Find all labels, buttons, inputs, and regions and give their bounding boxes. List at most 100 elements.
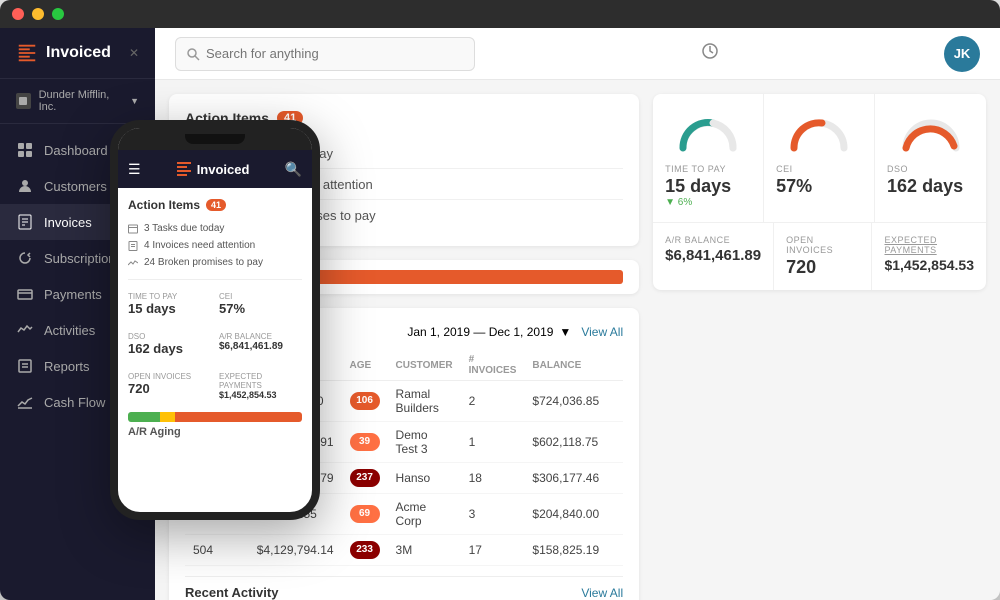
metric-dso: DSO 162 days: [875, 94, 986, 222]
dso-label: DSO: [887, 164, 974, 174]
maximize-button[interactable]: [52, 8, 64, 20]
cell-customer: Acme Corp: [388, 494, 461, 535]
phone-action-title: Action Items 41: [128, 198, 302, 212]
cashflow-label: Cash Flow: [44, 395, 105, 410]
phone-open-inv-label: OPEN INVOICES: [128, 372, 211, 381]
cei-gauge: [784, 108, 854, 153]
debtors-view-all[interactable]: View All: [581, 325, 623, 339]
open-invoices-value: 720: [786, 257, 859, 278]
phone-ar-aging-label: A/R Aging: [128, 426, 302, 438]
ar-balance-label: A/R BALANCE: [665, 235, 761, 245]
cashflow-icon: [16, 393, 34, 411]
phone-ttp-value: 15 days: [128, 301, 211, 316]
cell-balance: $158,825.19: [524, 535, 607, 566]
cell-balance: $306,177.46: [524, 463, 607, 494]
phone-action-badge: 41: [206, 199, 226, 211]
phone-menu-icon[interactable]: ☰: [128, 161, 141, 178]
ar-balance-value: $6,841,461.89: [665, 247, 761, 264]
phone-divider-1: [128, 279, 302, 280]
reports-icon: [16, 357, 34, 375]
cell-age: 69: [342, 494, 388, 535]
reports-label: Reports: [44, 359, 90, 374]
phone-content: Action Items 41 3 Tasks due today 4 Invo…: [118, 188, 312, 512]
sidebar-brand: Invoiced: [46, 44, 111, 62]
phone-open-inv: OPEN INVOICES 720: [128, 368, 211, 404]
dashboard-label: Dashboard: [44, 143, 108, 158]
phone-calendar-icon: [128, 224, 138, 234]
invoices-label: Invoices: [44, 215, 92, 230]
payments-icon: [16, 285, 34, 303]
invoices-icon: [16, 213, 34, 231]
customers-label: Customers: [44, 179, 107, 194]
phone-promise-icon: [128, 258, 138, 268]
mobile-phone: ☰ Invoiced 🔍 Action Items 41 3 Tasks due…: [110, 120, 320, 520]
right-column: TIME TO PAY 15 days ▼ 6%: [653, 94, 986, 600]
phone-bar-red: [175, 412, 302, 422]
payments-label: Payments: [44, 287, 102, 302]
cell-customer: Hanso: [388, 463, 461, 494]
phone-cei-value: 57%: [219, 301, 302, 316]
invoiced-logo-icon: [16, 42, 38, 64]
table-row[interactable]: 504 $4,129,794.14 233 3M 17 $158,825.19: [185, 535, 623, 566]
minimize-button[interactable]: [32, 8, 44, 20]
ttp-sub: ▼ 6%: [665, 197, 751, 208]
search-icon: [186, 47, 200, 61]
progress-segment-red: [304, 270, 623, 284]
cell-customer: Ramal Builders: [388, 381, 461, 422]
search-box[interactable]: [175, 37, 475, 71]
cell-age: 237: [342, 463, 388, 494]
phone-brand-name: Invoiced: [197, 162, 250, 177]
cell-bar: [607, 494, 623, 535]
ttp-value: 15 days: [665, 176, 751, 197]
cell-balance: $602,118.75: [524, 422, 607, 463]
cell-age: 39: [342, 422, 388, 463]
cell-age: 106: [342, 381, 388, 422]
sidebar-header: Invoiced ✕: [0, 28, 155, 79]
activities-label: Activities: [44, 323, 95, 338]
phone-bar-yellow: [160, 412, 176, 422]
bottom-stats-row: A/R BALANCE $6,841,461.89 OPEN INVOICES …: [653, 223, 986, 290]
company-selector[interactable]: Dunder Mifflin, Inc. ▼: [0, 79, 155, 124]
user-avatar[interactable]: JK: [944, 36, 980, 72]
phone-search-icon[interactable]: 🔍: [285, 161, 302, 178]
metric-time-to-pay: TIME TO PAY 15 days ▼ 6%: [653, 94, 764, 222]
phone-cei-label: CEI: [219, 292, 302, 301]
phone-ar: A/R BALANCE $6,841,461.89: [219, 328, 302, 360]
cell-customer: 3M: [388, 535, 461, 566]
metric-open-invoices: OPEN INVOICES 720: [774, 223, 872, 290]
open-invoices-label: OPEN INVOICES: [786, 235, 859, 255]
phone-invoice-icon: [128, 241, 138, 251]
cell-num-invoices: 2: [461, 381, 525, 422]
cell-bar: [607, 535, 623, 566]
date-range-selector[interactable]: Jan 1, 2019 — Dec 1, 2019 ▼: [407, 325, 571, 339]
phone-top-bar: [118, 128, 312, 150]
search-input[interactable]: [206, 46, 464, 61]
activities-icon: [16, 321, 34, 339]
pin-icon[interactable]: ✕: [129, 46, 139, 60]
phone-ar-value: $6,841,461.89: [219, 341, 302, 352]
recent-activity-section: Recent Activity View All Invoice INV-015…: [185, 576, 623, 600]
title-bar: [0, 0, 1000, 28]
phone-stats-grid-3: OPEN INVOICES 720 EXPECTED PAYMENTS $1,4…: [128, 368, 302, 404]
close-button[interactable]: [12, 8, 24, 20]
phone-logo: Invoiced: [176, 161, 250, 177]
phone-exp-pay-value: $1,452,854.53: [219, 390, 302, 400]
gauges-row: TIME TO PAY 15 days ▼ 6%: [653, 94, 986, 223]
phone-exp-pay-label: EXPECTED PAYMENTS: [219, 372, 302, 390]
metric-cei: CEI 57%: [764, 94, 875, 222]
metric-expected-payments: EXPECTED PAYMENTS $1,452,854.53: [872, 223, 986, 290]
dso-value: 162 days: [887, 176, 974, 197]
cell-num-invoices: 1: [461, 422, 525, 463]
cell-num-invoices: 3: [461, 494, 525, 535]
top-bar: JK: [155, 28, 1000, 80]
cei-value: 57%: [776, 176, 862, 197]
phone-progress-bar: [128, 412, 302, 422]
stats-card: TIME TO PAY 15 days ▼ 6%: [653, 94, 986, 290]
dso-gauge: [896, 108, 966, 153]
phone-exp-pay: EXPECTED PAYMENTS $1,452,854.53: [219, 368, 302, 404]
cell-bar: [607, 422, 623, 463]
phone-tasks-text: 3 Tasks due today: [144, 223, 224, 234]
history-icon[interactable]: [700, 41, 720, 66]
recent-activity-view-all[interactable]: View All: [581, 586, 623, 600]
cell-bar: [607, 381, 623, 422]
